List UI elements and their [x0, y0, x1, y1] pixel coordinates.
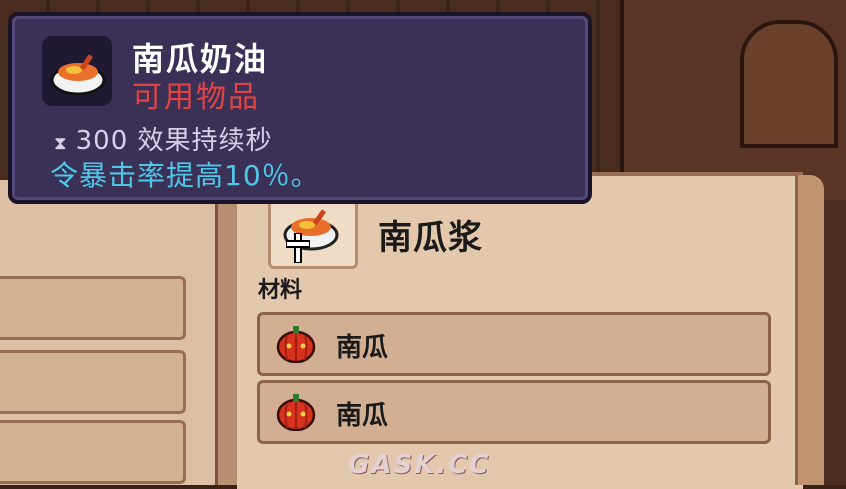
background-door: [740, 20, 838, 148]
tooltip-duration: ⧗ 300 效果持续秒: [54, 120, 273, 157]
crosshair-cursor-icon: [286, 233, 310, 263]
book-right-edge: [795, 175, 824, 485]
duration-label: 效果持续秒: [137, 126, 273, 156]
pumpkin-cream-bowl-icon: [50, 54, 106, 96]
duration-value: 300: [75, 126, 129, 156]
item-tooltip: 南瓜奶油 可用物品 ⧗ 300 效果持续秒 令暴击率提高10％。: [8, 12, 592, 204]
pumpkin-icon: [276, 326, 316, 363]
materials-label: 材料: [258, 278, 303, 303]
tooltip-effect: 令暴击率提高10％。: [50, 159, 320, 192]
recipe-result-name: 南瓜浆: [378, 218, 483, 258]
pumpkin-icon: [276, 394, 316, 431]
ingredient-row[interactable]: 南瓜: [257, 380, 771, 444]
tooltip-item-type: 可用物品: [132, 80, 260, 115]
hourglass-icon: ⧗: [54, 133, 68, 154]
recipe-list-item[interactable]: [0, 350, 186, 414]
ingredient-row[interactable]: 南瓜: [257, 312, 771, 376]
ingredient-name: 南瓜: [336, 401, 389, 431]
book-left-page: [0, 180, 221, 485]
recipe-list-item[interactable]: [0, 420, 186, 484]
recipe-list-item[interactable]: [0, 276, 186, 340]
ingredient-name: 南瓜: [336, 333, 389, 363]
site-watermark: GASK.CC: [348, 450, 491, 480]
